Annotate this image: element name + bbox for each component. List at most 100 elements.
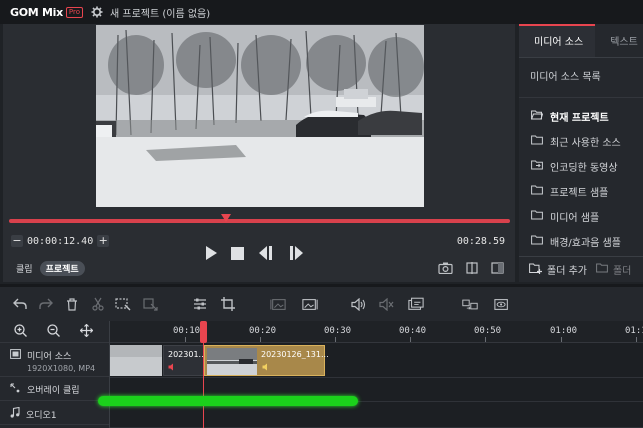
track-media-info: 1920X1080, MP4: [27, 364, 96, 373]
delete-folder-button[interactable]: 폴더: [613, 262, 631, 277]
highlight-bar: [98, 396, 358, 406]
folder-bg-sfx-sample[interactable]: 배경/효과음 샘플: [519, 229, 643, 254]
tab-text[interactable]: 텍스트: [595, 33, 643, 57]
video-preview: [96, 25, 424, 207]
logo-text: GOM Mix: [10, 5, 63, 19]
zoom-in-icon[interactable]: [14, 323, 27, 340]
folder-add-icon[interactable]: [529, 263, 542, 277]
image-next-icon[interactable]: [302, 296, 318, 312]
prev-frame-icon[interactable]: [258, 246, 274, 263]
crop-right-icon[interactable]: [491, 262, 505, 277]
track-header-audio[interactable]: 오디오1: [0, 401, 109, 425]
ruler-tick: [185, 337, 186, 342]
media-tabs: 미디어 소스 텍스트: [519, 24, 643, 58]
gear-icon[interactable]: [91, 6, 103, 18]
folder-recent[interactable]: 최근 사용한 소스: [519, 129, 643, 154]
timeline-zoom-tools: [0, 321, 109, 343]
ruler-tick: [335, 337, 336, 342]
media-panel: 미디어 소스 텍스트 미디어 소스 목록 현재 프로젝트 최근 사용한 소스 인…: [519, 24, 643, 282]
folder-icon: [531, 185, 543, 198]
media-list-title: 미디어 소스 목록: [519, 58, 643, 98]
clip-thumbnail: [207, 348, 257, 375]
folder-label: 최근 사용한 소스: [550, 138, 621, 149]
timeline-clip[interactable]: 202301...: [163, 345, 206, 376]
track-audio-label: 오디오1: [26, 410, 57, 421]
volume-icon[interactable]: [350, 296, 366, 312]
ruler-label: 00:20: [249, 326, 277, 336]
timeline-clip[interactable]: [110, 345, 162, 376]
preview-mode-toggle: 클립 프로젝트: [16, 261, 85, 276]
folder-label: 미디어 샘플: [550, 213, 600, 224]
timeline-tracks: 202301... 20230126_131...: [110, 343, 643, 428]
timeline-clip-selected[interactable]: 20230126_131...: [204, 345, 329, 376]
stop-icon[interactable]: [231, 246, 244, 263]
mode-clip-button[interactable]: 클립: [16, 262, 33, 275]
ruler-tick: [410, 337, 411, 342]
redo-icon[interactable]: [38, 296, 54, 312]
time-minus-button[interactable]: −: [11, 235, 23, 247]
folder-encoded[interactable]: 인코딩한 동영상: [519, 154, 643, 179]
transition-icon[interactable]: [462, 296, 478, 312]
track-media-label: 미디어 소스: [27, 352, 72, 362]
playhead-line[interactable]: [203, 321, 204, 428]
folder-open-icon: [530, 110, 544, 123]
select-range-icon[interactable]: [115, 296, 131, 312]
folder-media-sample[interactable]: 미디어 샘플: [519, 204, 643, 229]
adjust-icon[interactable]: [192, 296, 208, 312]
mute-icon[interactable]: [378, 296, 394, 312]
time-plus-button[interactable]: +: [97, 235, 110, 247]
folder-label: 인코딩한 동영상: [550, 163, 618, 174]
media-track[interactable]: 202301... 20230126_131...: [110, 343, 643, 378]
app-logo: GOM Mix Pro: [10, 6, 83, 19]
ruler-tick: [636, 337, 637, 342]
image-prev-icon[interactable]: [270, 296, 286, 312]
crop-icon[interactable]: [220, 296, 236, 312]
folder-export-icon: [531, 160, 543, 173]
timeline-track-headers: 미디어 소스 1920X1080, MP4 오버레이 클립 오디오1: [0, 321, 110, 428]
folder-label: 배경/효과음 샘플: [550, 238, 621, 249]
folder-icon: [531, 235, 543, 248]
seek-bar[interactable]: [9, 219, 510, 223]
folder-icon: [531, 135, 543, 148]
preview-panel: − 00:00:12.40 + 00:28.59 클립 프로젝트: [3, 24, 515, 282]
current-time: 00:00:12.40: [27, 235, 94, 247]
ruler-tick: [260, 337, 261, 342]
folder-delete-icon[interactable]: [596, 263, 608, 276]
tab-media-source[interactable]: 미디어 소스: [519, 24, 596, 57]
fit-timeline-icon[interactable]: [79, 323, 94, 340]
title-bar: GOM Mix Pro 새 프로젝트 (이름 없음): [0, 0, 643, 24]
ruler-label: 00:50: [474, 326, 502, 336]
film-icon: [10, 349, 21, 362]
seek-handle[interactable]: [221, 214, 232, 222]
undo-icon[interactable]: [12, 296, 28, 312]
subtitle-icon[interactable]: [408, 296, 424, 312]
ruler-label: 01:00: [550, 326, 578, 336]
play-icon[interactable]: [205, 246, 217, 263]
folder-project-sample[interactable]: 프로젝트 샘플: [519, 179, 643, 204]
trash-icon[interactable]: [64, 296, 80, 312]
timeline-ruler[interactable]: 00:10 00:20 00:30 00:40 00:50 01:00 01:1: [110, 321, 643, 343]
add-folder-button[interactable]: 폴더 추가: [547, 262, 587, 277]
next-frame-icon[interactable]: [288, 246, 304, 263]
preview-eye-icon[interactable]: [494, 296, 510, 312]
camera-icon[interactable]: [438, 262, 453, 277]
zoom-out-icon[interactable]: [47, 323, 60, 340]
folder-label: 현재 프로젝트: [550, 113, 609, 124]
clip-name: 20230126_131...: [261, 350, 329, 359]
ruler-label: 00:40: [399, 326, 427, 336]
project-title: 새 프로젝트 (이름 없음): [109, 8, 211, 20]
folder-icon: [531, 210, 543, 223]
pro-badge: Pro: [65, 6, 83, 18]
ruler-tick: [485, 337, 486, 342]
folder-current-project[interactable]: 현재 프로젝트: [519, 104, 643, 129]
folder-actions: 폴더 추가 폴더: [519, 256, 643, 282]
folder-label: 프로젝트 샘플: [550, 188, 609, 199]
mode-project-button[interactable]: 프로젝트: [39, 261, 85, 276]
split-icon[interactable]: [465, 262, 479, 277]
replace-icon[interactable]: [143, 296, 159, 312]
track-overlay-label: 오버레이 클립: [27, 386, 80, 396]
cut-icon[interactable]: [90, 296, 106, 312]
music-note-icon: [10, 406, 20, 421]
track-header-overlay[interactable]: 오버레이 클립: [0, 377, 109, 401]
track-header-media[interactable]: 미디어 소스 1920X1080, MP4: [0, 343, 109, 377]
